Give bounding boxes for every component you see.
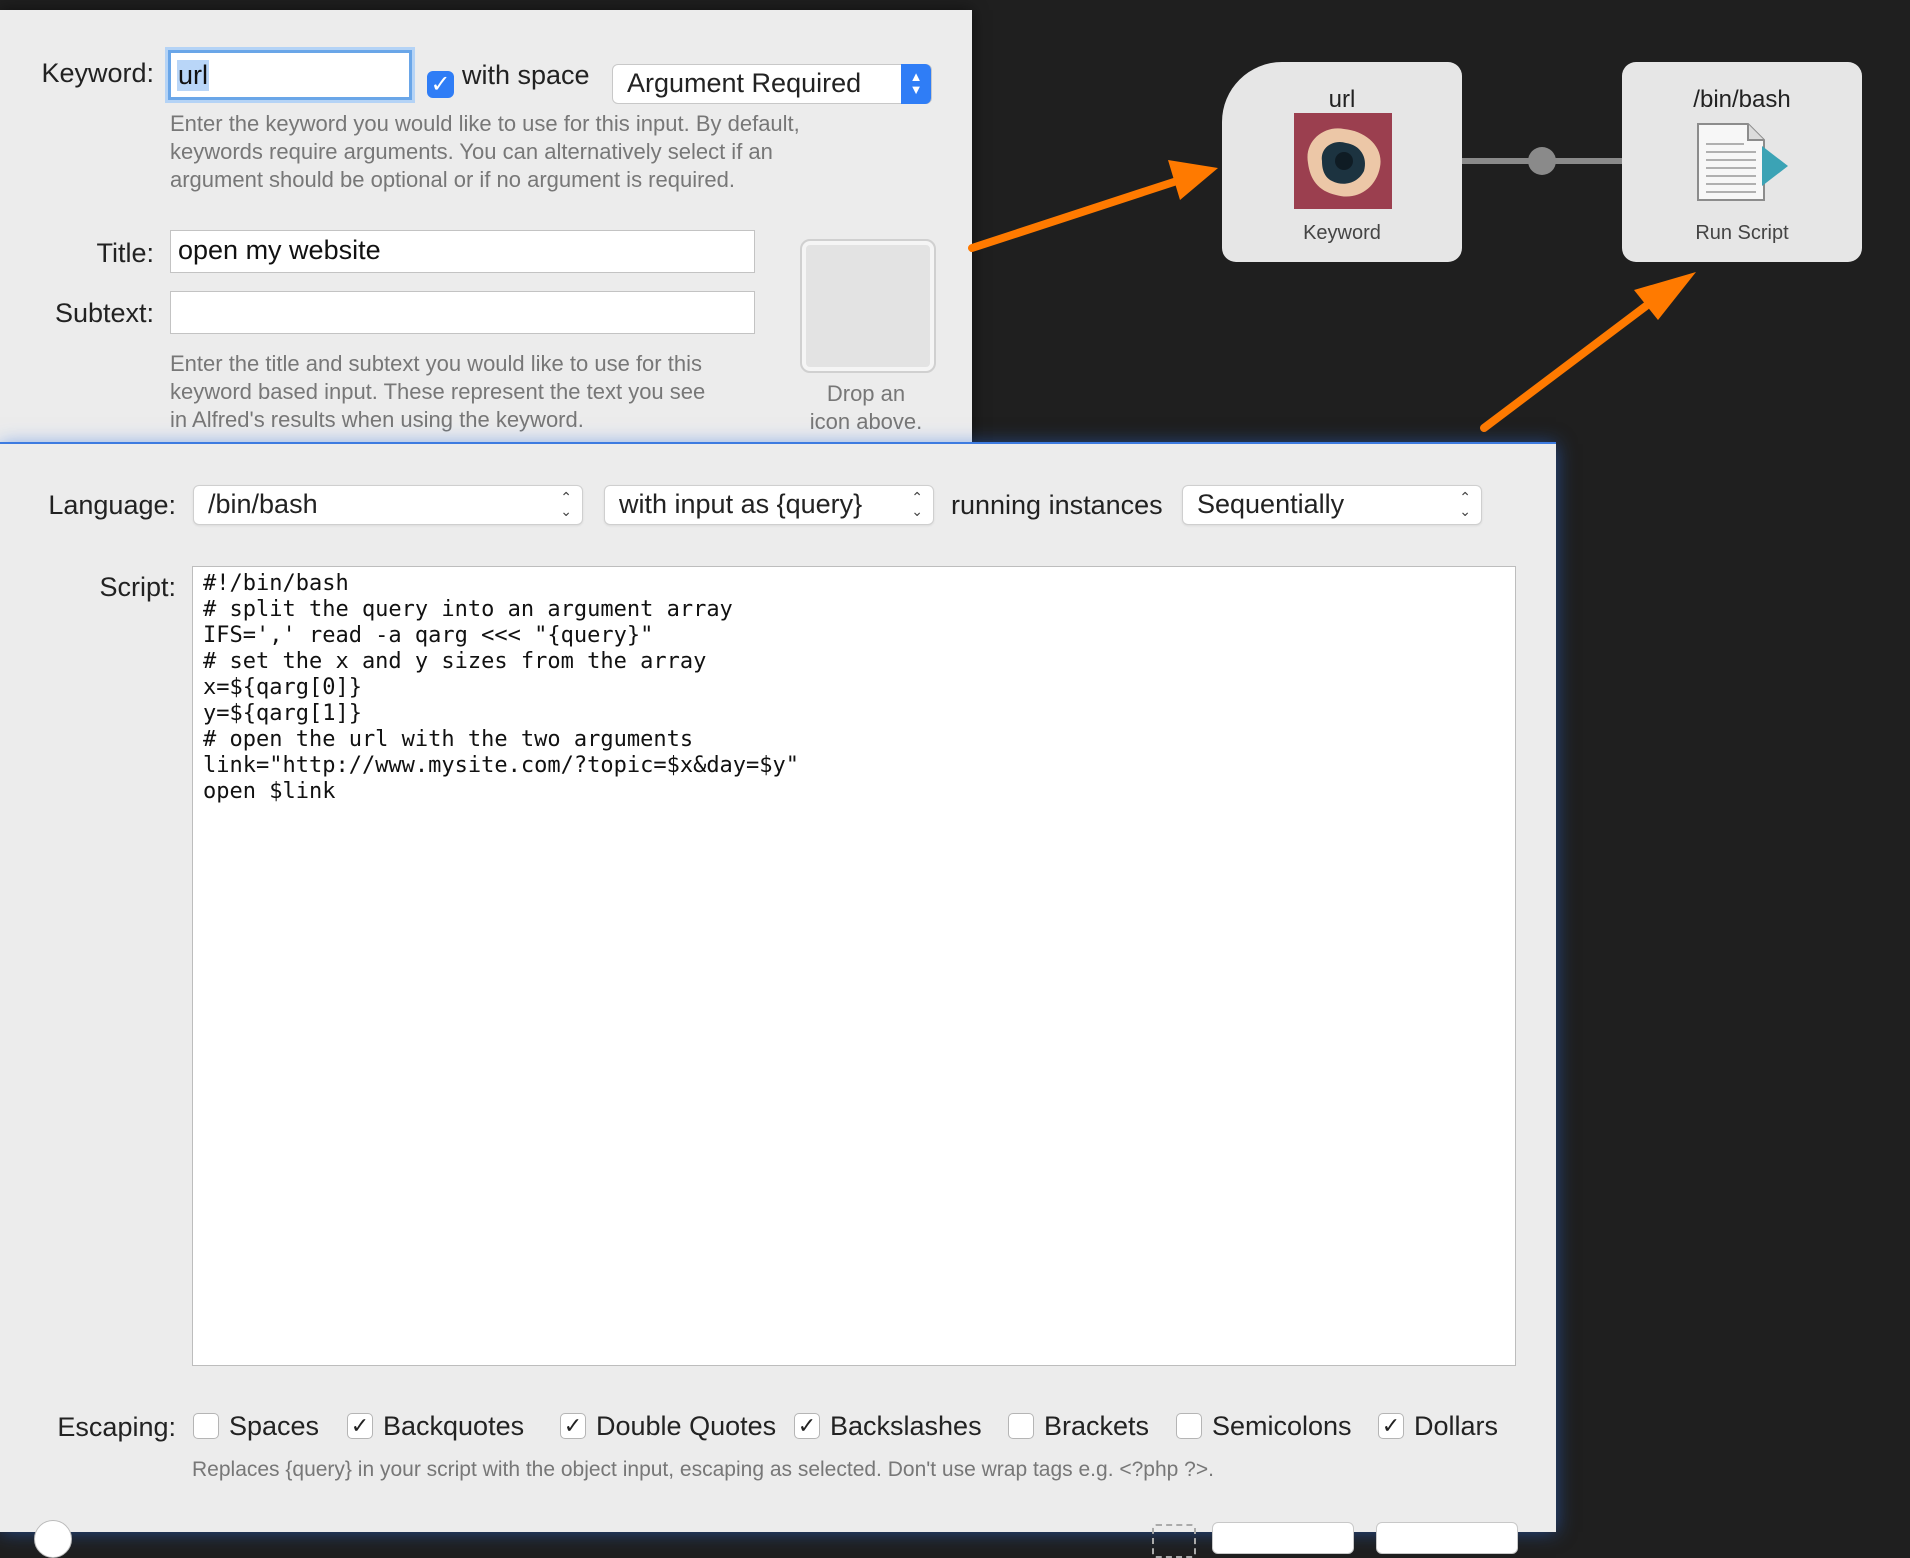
connector-knob-icon	[1528, 147, 1556, 175]
script-line: link="http://www.mysite.com/?topic=$x&da…	[203, 753, 800, 778]
escape-checkbox[interactable]: ✓	[1378, 1413, 1404, 1439]
escape-option-label: Semicolons	[1212, 1410, 1352, 1441]
escape-brackets-option[interactable]: Brackets	[1008, 1410, 1149, 1442]
title-help-line: Enter the title and subtext you would li…	[170, 351, 702, 376]
escape-semicolons-option[interactable]: Semicolons	[1176, 1410, 1352, 1442]
script-line: # split the query into an argument array	[203, 597, 733, 622]
script-label: Script:	[99, 572, 176, 602]
keyword-help-line: keywords require arguments. You can alte…	[170, 139, 773, 164]
subtext-label: Subtext:	[54, 298, 154, 328]
escape-option-label: Brackets	[1044, 1410, 1150, 1441]
escaping-label: Escaping:	[57, 1412, 176, 1442]
subtext-field[interactable]	[170, 291, 755, 334]
running-instances-select[interactable]: Sequentially ⌃ ⌄	[1182, 485, 1482, 525]
escape-checkbox[interactable]	[193, 1413, 219, 1439]
keyword-node-icon	[1294, 113, 1392, 209]
run-script-node-subtitle: Run Script	[1695, 222, 1789, 244]
escape-backquotes-option[interactable]: ✓ Backquotes	[347, 1410, 524, 1442]
chevron-updown-icon: ⌃ ⌄	[1459, 489, 1471, 519]
orange-arrow-icon	[1480, 272, 1696, 432]
escaping-help-text: Replaces {query} in your script with the…	[192, 1458, 1214, 1481]
run-script-node[interactable]: /bin/bash Run Script	[1622, 62, 1862, 262]
run-script-panel: Language: /bin/bash ⌃ ⌄ with input as {qu…	[0, 444, 1556, 1558]
running-instances-value: Sequentially	[1197, 489, 1345, 519]
script-document-icon	[1697, 123, 1788, 201]
script-line: x=${qarg[0]}	[203, 675, 362, 700]
script-editor[interactable]: #!/bin/bash # split the query into an arg…	[192, 566, 1516, 1366]
orange-arrow-icon	[968, 160, 1218, 252]
escape-checkbox[interactable]	[1176, 1413, 1202, 1439]
keyword-node[interactable]: url Keyword	[1222, 62, 1462, 262]
escape-option-label: Backslashes	[830, 1410, 982, 1441]
title-field[interactable]: open my website	[170, 230, 755, 273]
escape-option-label: Double Quotes	[596, 1410, 777, 1441]
keyword-label: Keyword:	[41, 58, 154, 88]
drop-target-icon[interactable]	[1152, 1524, 1196, 1558]
keyword-node-subtitle: Keyword	[1303, 222, 1381, 244]
keyword-field[interactable]: url	[168, 50, 412, 100]
cancel-button[interactable]	[1212, 1522, 1354, 1554]
script-line: open $link	[203, 779, 336, 804]
escape-spaces-option[interactable]: Spaces	[193, 1410, 319, 1442]
escape-dollars-option[interactable]: ✓ Dollars	[1378, 1410, 1498, 1442]
keyword-value: url	[177, 59, 210, 91]
icon-drop-well[interactable]	[800, 239, 936, 373]
running-instances-label: running instances	[951, 490, 1163, 520]
escape-checkbox[interactable]: ✓	[560, 1413, 586, 1439]
language-select[interactable]: /bin/bash ⌃ ⌄	[193, 485, 583, 525]
title-help-line: in Alfred's results when using the keywo…	[170, 407, 584, 432]
keyword-input-panel: Keyword: url ✓ with space Argument Requi…	[0, 10, 972, 450]
input-mode-value: with input as {query}	[619, 489, 863, 519]
save-button[interactable]	[1376, 1522, 1518, 1554]
select-arrows-icon: ▲ ▼	[901, 64, 931, 104]
argument-mode-select[interactable]: Argument Required ▲ ▼	[612, 64, 932, 104]
keyword-help-line: Enter the keyword you would like to use …	[170, 111, 800, 136]
escape-double-quotes-option[interactable]: ✓ Double Quotes	[560, 1410, 776, 1442]
script-line: # open the url with the two arguments	[203, 727, 694, 752]
help-button[interactable]	[34, 1520, 72, 1558]
escape-option-label: Backquotes	[383, 1410, 525, 1441]
input-mode-select[interactable]: with input as {query} ⌃ ⌄	[604, 485, 934, 525]
title-help-text: Enter the title and subtext you would li…	[170, 350, 790, 434]
keyword-node-title: url	[1328, 86, 1356, 113]
escape-checkbox[interactable]: ✓	[794, 1413, 820, 1439]
escape-checkbox[interactable]: ✓	[347, 1413, 373, 1439]
escape-option-label: Spaces	[229, 1410, 320, 1441]
icon-drop-hint-line: icon above.	[809, 409, 923, 434]
escape-checkbox[interactable]	[1008, 1413, 1034, 1439]
escape-option-label: Dollars	[1414, 1410, 1499, 1441]
title-help-line: keyword based input. These represent the…	[170, 379, 706, 404]
script-line: y=${qarg[1]}	[203, 701, 362, 726]
script-line: #!/bin/bash	[203, 571, 349, 596]
chevron-updown-icon: ⌃ ⌄	[911, 489, 923, 519]
icon-drop-hint-line: Drop an	[826, 381, 906, 406]
language-value: /bin/bash	[208, 489, 318, 519]
run-script-node-title: /bin/bash	[1693, 86, 1791, 113]
chevron-updown-icon: ⌃ ⌄	[560, 489, 572, 519]
title-label: Title:	[96, 238, 154, 268]
argument-mode-value: Argument Required	[627, 68, 862, 98]
escape-backslashes-option[interactable]: ✓ Backslashes	[794, 1410, 982, 1442]
with-space-checkbox[interactable]: ✓	[427, 71, 454, 98]
script-line: IFS=',' read -a qarg <<< "{query}"	[203, 623, 654, 648]
with-space-label: with space	[462, 60, 590, 90]
language-label: Language:	[48, 490, 176, 520]
script-line: # set the x and y sizes from the array	[203, 649, 707, 674]
icon-drop-hint: Drop an icon above.	[790, 380, 942, 436]
keyword-help-text: Enter the keyword you would like to use …	[170, 110, 910, 194]
keyword-help-line: argument should be optional or if no arg…	[170, 167, 736, 192]
